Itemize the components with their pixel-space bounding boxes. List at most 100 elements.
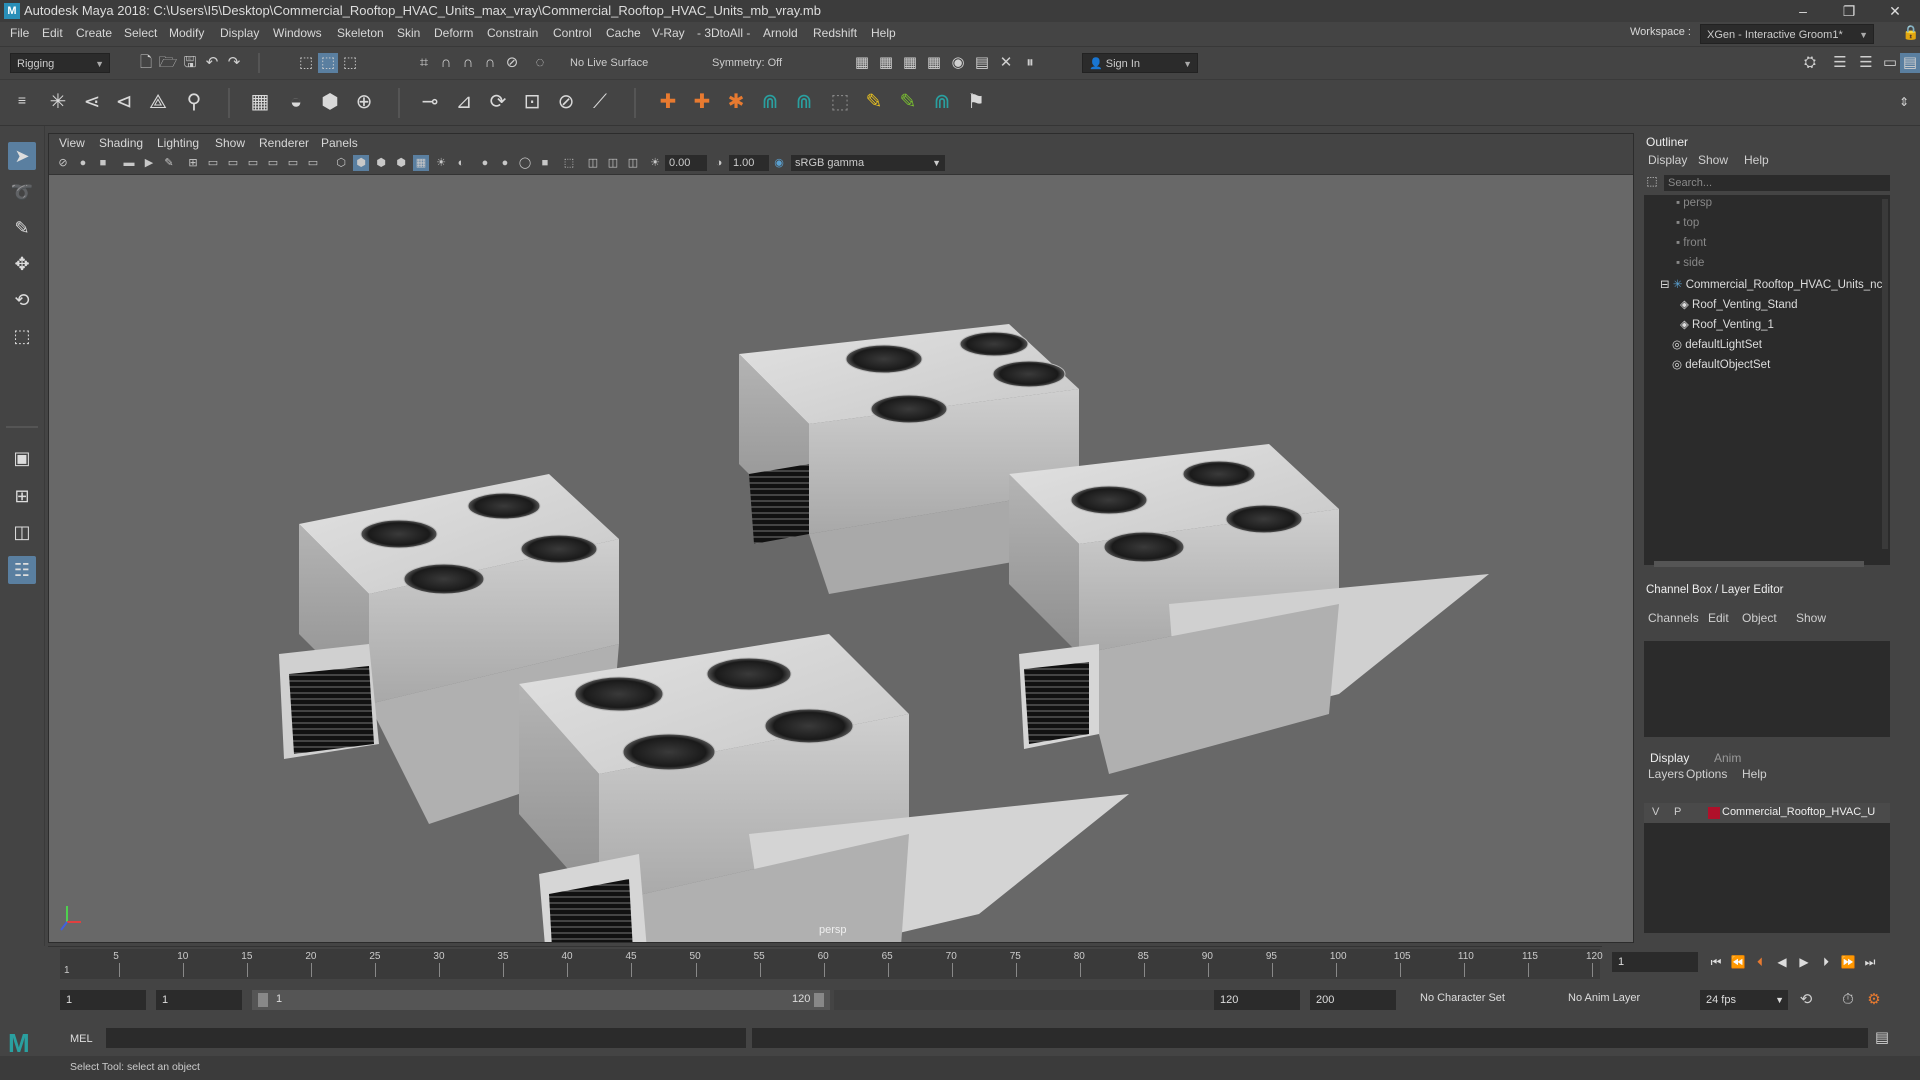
gate-mask-icon[interactable]: ▭ (245, 155, 261, 171)
play-forward-icon[interactable]: ▶ (1794, 952, 1814, 972)
go-to-end-icon[interactable]: ⏭ (1860, 952, 1880, 972)
default-material-icon[interactable]: ⬢ (373, 155, 389, 171)
layer-name[interactable]: Commercial_Rooftop_HVAC_U (1722, 806, 1875, 818)
channel-menu-show[interactable]: Show (1796, 611, 1826, 625)
pole-vector-icon[interactable]: ⟋ (586, 88, 614, 116)
command-input[interactable] (106, 1028, 746, 1048)
render-seq-icon[interactable]: ▤ (972, 53, 992, 73)
lock-icon[interactable]: 🔒 (1902, 24, 1919, 41)
vray-render-icon[interactable]: ✕ (996, 53, 1016, 73)
menuset-dropdown[interactable]: Rigging ▼ (10, 53, 110, 73)
menu-select[interactable]: Select (124, 26, 157, 40)
script-editor-icon[interactable]: ▤ (1872, 1028, 1892, 1048)
outliner-item-roof-venting-stand[interactable]: ◈ Roof_Venting_Stand (1680, 297, 1798, 311)
channel-box-area[interactable] (1644, 641, 1890, 737)
vp-menu-renderer[interactable]: Renderer (259, 136, 309, 150)
shelf-options-icon[interactable]: ≡ (8, 86, 36, 114)
layer-tab-anim[interactable]: Anim (1714, 751, 1741, 765)
range-handle-start[interactable] (258, 993, 268, 1007)
script-language-label[interactable]: MEL (70, 1033, 93, 1045)
menu-create[interactable]: Create (76, 26, 112, 40)
current-frame-field[interactable]: 1 (1612, 952, 1698, 972)
grease-pencil-icon[interactable]: ✎ (161, 155, 177, 171)
color-management-icon[interactable]: ◉ (771, 155, 787, 171)
humanik-character-icon[interactable]: ⋒ (756, 88, 784, 116)
menu-control[interactable]: Control (553, 26, 592, 40)
outliner-toggle-icon[interactable]: ▤ (1900, 53, 1920, 73)
channel-menu-channels[interactable]: Channels (1648, 611, 1699, 625)
bookmark-icon[interactable]: ■ (95, 155, 111, 171)
pause-icon[interactable]: ⏸ (1020, 53, 1040, 73)
cluster-icon[interactable]: ◒ (282, 88, 310, 116)
two-pane-layout-icon[interactable]: ◫ (8, 518, 36, 546)
placeholder-slot-icon[interactable]: ⬚ (826, 88, 854, 116)
anim-layer-dropdown[interactable]: No Anim Layer (1568, 992, 1640, 1004)
bind-skin-icon[interactable]: ⟁ (144, 88, 172, 116)
outliner-hscrollbar[interactable] (1654, 561, 1864, 567)
menu-redshift[interactable]: Redshift (813, 26, 857, 40)
exposure-field[interactable]: 0.00 (665, 155, 707, 171)
smooth-shade-icon[interactable]: ⬢ (353, 155, 369, 171)
ipr-render-icon[interactable]: ▦ (900, 53, 920, 73)
paint-weights-icon[interactable]: ✎ (860, 88, 888, 116)
safe-action-icon[interactable]: ▭ (285, 155, 301, 171)
open-scene-icon[interactable]: 🗁 (158, 53, 178, 73)
outliner-item-front[interactable]: ▪ front (1676, 237, 1706, 249)
outliner-menu-help[interactable]: Help (1744, 153, 1769, 167)
lattice-icon[interactable]: ▦ (246, 88, 274, 116)
render-settings-icon[interactable]: ▦ (924, 53, 944, 73)
layer-playback-toggle[interactable]: P (1674, 806, 1681, 818)
auto-key-icon[interactable]: ⏱ (1838, 990, 1858, 1010)
muscle-icon[interactable]: ⋒ (928, 88, 956, 116)
ik-handle-icon[interactable]: ⋖ (78, 88, 106, 116)
scale-constraint-icon[interactable]: ⊡ (518, 88, 546, 116)
gamma-icon[interactable]: ◑ (711, 155, 727, 171)
snap-view-icon[interactable]: ∩ (480, 53, 500, 73)
outliner-item-default-object-set[interactable]: ◎ defaultObjectSet (1672, 357, 1770, 371)
select-tool-icon[interactable]: ➤ (8, 142, 36, 170)
wrap-icon[interactable]: ⬢ (316, 88, 344, 116)
range-handle-end[interactable] (814, 993, 824, 1007)
single-pane-layout-icon[interactable]: ▣ (8, 444, 36, 472)
menu-help[interactable]: Help (871, 26, 896, 40)
outliner-item-persp[interactable]: ▪ persp (1676, 197, 1712, 209)
isolate-select-icon[interactable]: ⬚ (561, 155, 577, 171)
outliner-menu-display[interactable]: Display (1648, 153, 1687, 167)
humanik-icon[interactable]: ⚲ (180, 88, 208, 116)
symmetry-field[interactable]: Symmetry: Off (706, 53, 806, 73)
outliner-vscrollbar[interactable] (1882, 199, 1888, 549)
image-plane-icon[interactable]: ▬ (121, 155, 137, 171)
motion-blur-icon[interactable]: ● (497, 155, 513, 171)
redo-icon[interactable]: ↷ (224, 53, 244, 73)
menu-display[interactable]: Display (220, 26, 259, 40)
outliner-layout-icon[interactable]: ☷ (8, 556, 36, 584)
outliner-item-side[interactable]: ▪ side (1676, 257, 1704, 269)
paint-select-icon[interactable]: ✎ (8, 214, 36, 242)
select-hierarchy-icon[interactable]: ⬚ (296, 53, 316, 73)
maximize-button[interactable]: ❐ (1826, 0, 1872, 22)
sign-in-dropdown[interactable]: 👤 Sign In ▼ (1082, 53, 1198, 73)
color-space-dropdown[interactable]: sRGB gamma ▼ (791, 155, 945, 171)
step-back-frame-icon[interactable]: ⏴ (1750, 952, 1770, 972)
grid-icon[interactable]: ⊞ (185, 155, 201, 171)
aim-constraint-icon[interactable]: ⊿ (450, 88, 478, 116)
scene-end-field[interactable]: 200 (1310, 990, 1396, 1010)
locator-plus-icon[interactable]: ✚ (688, 88, 716, 116)
ambient-occlusion-icon[interactable]: ● (477, 155, 493, 171)
menu-edit[interactable]: Edit (42, 26, 63, 40)
outliner-item-hvac-group[interactable]: ⊟ ✳ Commercial_Rooftop_HVAC_Units_nc (1660, 277, 1882, 291)
go-to-start-icon[interactable]: ⏮ (1706, 952, 1726, 972)
vp-menu-view[interactable]: View (59, 136, 85, 150)
orient-constraint-icon[interactable]: ⟳ (484, 88, 512, 116)
close-button[interactable]: ✕ (1872, 0, 1918, 22)
xray-components-icon[interactable]: ◫ (625, 155, 641, 171)
render-view-icon[interactable]: ▦ (876, 53, 896, 73)
outliner-item-default-light-set[interactable]: ◎ defaultLightSet (1672, 337, 1762, 351)
exposure-icon[interactable]: ☀ (647, 155, 663, 171)
camera-select-icon[interactable]: ⊘ (55, 155, 71, 171)
outliner-filter-icon[interactable]: ⬚ (1642, 173, 1662, 189)
menu-modify[interactable]: Modify (169, 26, 204, 40)
menu-cache[interactable]: Cache (606, 26, 641, 40)
menu-skeleton[interactable]: Skeleton (337, 26, 384, 40)
channel-menu-edit[interactable]: Edit (1708, 611, 1729, 625)
